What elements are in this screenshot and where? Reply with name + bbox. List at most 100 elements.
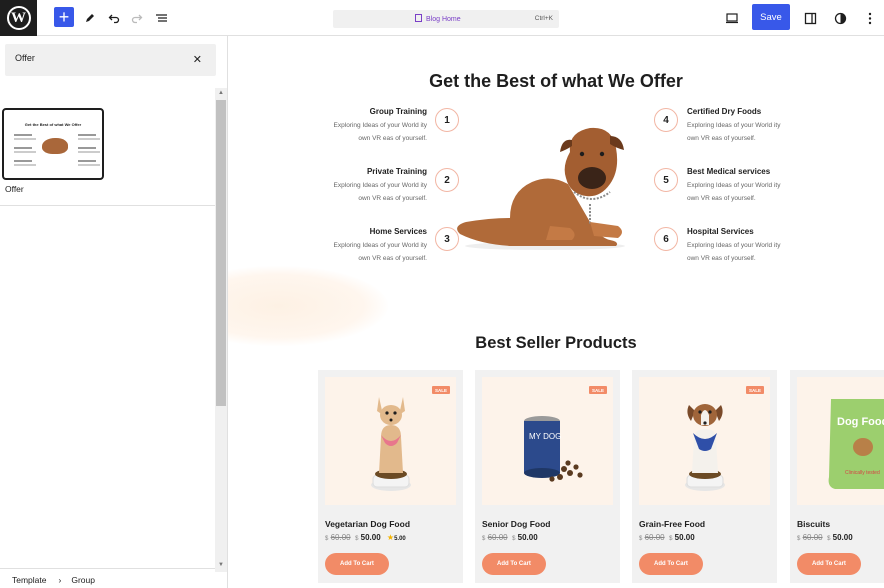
- product-name[interactable]: Senior Dog Food: [482, 519, 550, 529]
- settings-toggle-button[interactable]: [800, 8, 820, 28]
- service-desc-line: Exploring Ideas of your World ity: [687, 242, 781, 249]
- page-icon: [415, 14, 422, 22]
- thumb-dog-image: [42, 138, 68, 154]
- document-title-text: Blog Home: [426, 16, 461, 23]
- currency-symbol: $: [669, 536, 673, 542]
- product-rating: 5.00: [394, 536, 406, 542]
- sale-price: 50.00: [360, 533, 381, 542]
- add-to-cart-button[interactable]: Add To Cart: [797, 553, 861, 575]
- sidebar-scrollbar-thumb[interactable]: [216, 100, 226, 406]
- service-item[interactable]: Group Training Exploring Ideas of your W…: [257, 107, 427, 145]
- service-number-badge: 4: [654, 108, 678, 132]
- thumb-line: [78, 138, 100, 140]
- sale-badge: SALE: [745, 386, 764, 394]
- product-name[interactable]: Grain-Free Food: [639, 519, 705, 529]
- service-desc: Exploring Ideas of your World ity own VR …: [257, 180, 427, 205]
- service-name: Group Training: [369, 107, 427, 116]
- product-card[interactable]: SALE Grain-Free Food $ 60.00 $ 50.00 Add…: [632, 370, 777, 583]
- sale-price: 50.00: [517, 533, 538, 542]
- document-overview-button[interactable]: [151, 8, 171, 28]
- service-desc-line: own VR eas of yourself.: [358, 134, 427, 142]
- product-name[interactable]: Vegetarian Dog Food: [325, 519, 410, 529]
- save-button[interactable]: Save: [752, 4, 790, 30]
- service-desc: Exploring Ideas of your World ity own VR …: [257, 120, 427, 145]
- breadcrumb-template[interactable]: Template: [12, 575, 47, 585]
- add-to-cart-button[interactable]: Add To Cart: [639, 553, 703, 575]
- thumb-line: [14, 147, 32, 149]
- service-item[interactable]: Best Medical services Exploring Ideas of…: [687, 167, 857, 205]
- shortcut-hint: Ctrl+K: [534, 15, 553, 22]
- service-desc-line: own VR eas of yourself.: [358, 254, 427, 262]
- redo-icon: [131, 14, 143, 24]
- service-desc-line: Exploring Ideas of your World ity: [333, 242, 427, 249]
- options-menu-button[interactable]: [860, 8, 880, 28]
- add-to-cart-button[interactable]: Add To Cart: [482, 553, 546, 575]
- currency-symbol: $: [482, 536, 486, 542]
- service-desc-line: own VR eas of yourself.: [687, 194, 756, 202]
- thumb-line: [14, 151, 36, 153]
- block-inserter-button[interactable]: +: [54, 7, 74, 27]
- service-name: Private Training: [366, 167, 427, 176]
- service-number-badge: 6: [654, 227, 678, 251]
- thumb-line: [78, 134, 96, 136]
- service-item[interactable]: Certified Dry Foods Exploring Ideas of y…: [687, 107, 857, 145]
- service-desc: Exploring Ideas of your World ity own VR …: [687, 120, 857, 145]
- breadcrumb-group[interactable]: Group: [71, 575, 95, 585]
- command-palette-bar[interactable]: Blog Home Ctrl+K: [333, 10, 559, 28]
- undo-button[interactable]: [104, 8, 124, 28]
- currency-symbol: $: [512, 536, 516, 542]
- thumb-line: [14, 134, 32, 136]
- add-to-cart-button[interactable]: Add To Cart: [325, 553, 389, 575]
- clear-search-icon[interactable]: ✕: [193, 53, 202, 66]
- chevron-right-icon: ›: [58, 575, 62, 585]
- best-seller-heading[interactable]: Best Seller Products: [228, 334, 884, 353]
- service-name: Home Services: [369, 227, 427, 236]
- service-desc-line: own VR eas of yourself.: [687, 134, 756, 142]
- product-card[interactable]: SALE Vegetarian Dog Food $ 60.00 $ 50.00…: [318, 370, 463, 583]
- block-breadcrumb: Template › Group: [0, 568, 215, 588]
- styles-button[interactable]: [830, 8, 850, 28]
- half-circle-icon: [834, 12, 846, 24]
- terrier-dog-image: [685, 404, 725, 491]
- service-desc-line: own VR eas of yourself.: [358, 194, 427, 202]
- service-number-badge: 5: [654, 168, 678, 192]
- tools-button[interactable]: [80, 8, 100, 28]
- editor-canvas: Get the Best of what We Offer Group Trai…: [228, 36, 884, 588]
- product-image: Dog Food Clinically tested: [797, 377, 884, 505]
- redo-button[interactable]: [127, 8, 147, 28]
- service-desc-line: Exploring Ideas of your World ity: [333, 122, 427, 129]
- pattern-label: Offer: [5, 184, 24, 194]
- pattern-thumbnail-offer[interactable]: Get the Best of what We Offer: [2, 108, 104, 180]
- product-price: $ 60.00 $ 50.00: [797, 533, 853, 542]
- product-card[interactable]: SALE MY DOG Senior Dog Food $ 60.00 $ 50…: [475, 370, 620, 583]
- product-card[interactable]: Dog Food Clinically tested Biscuits $ 60…: [790, 370, 884, 583]
- device-preview-button[interactable]: [722, 8, 742, 28]
- service-item[interactable]: Home Services Exploring Ideas of your Wo…: [257, 227, 427, 265]
- pattern-inserter-sidebar: ✕ Get the Best of what We Offer Offer ▲ …: [0, 36, 228, 588]
- thumb-line: [78, 164, 100, 166]
- undo-icon: [108, 14, 120, 24]
- thumb-line: [78, 147, 96, 149]
- wordpress-logo-button[interactable]: W: [0, 0, 37, 36]
- service-desc: Exploring Ideas of your World ity own VR …: [687, 240, 857, 265]
- scroll-up-icon[interactable]: ▲: [218, 90, 224, 96]
- service-name: Certified Dry Foods: [687, 107, 762, 116]
- sale-price: 50.00: [832, 533, 853, 542]
- pattern-search-input[interactable]: [15, 53, 175, 63]
- old-price: 60.00: [644, 533, 665, 542]
- service-item[interactable]: Hospital Services Exploring Ideas of you…: [687, 227, 857, 265]
- service-name: Best Medical services: [687, 167, 771, 176]
- service-desc-line: Exploring Ideas of your World ity: [333, 182, 427, 189]
- document-title: Blog Home: [415, 14, 461, 23]
- dog-food-can-image: MY DOG: [524, 416, 583, 482]
- list-view-icon: [155, 14, 167, 22]
- product-price: $ 60.00 $ 50.00: [639, 533, 695, 542]
- old-price: 60.00: [330, 533, 351, 542]
- scroll-down-icon[interactable]: ▼: [218, 562, 224, 568]
- mastiff-dog-image: [457, 127, 625, 250]
- offer-heading[interactable]: Get the Best of what We Offer: [228, 71, 884, 92]
- service-desc: Exploring Ideas of your World ity own VR …: [257, 240, 427, 265]
- product-price: $ 60.00 $ 50.00 ★5.00: [325, 533, 406, 542]
- product-name[interactable]: Biscuits: [797, 519, 830, 529]
- service-item[interactable]: Private Training Exploring Ideas of your…: [257, 167, 427, 205]
